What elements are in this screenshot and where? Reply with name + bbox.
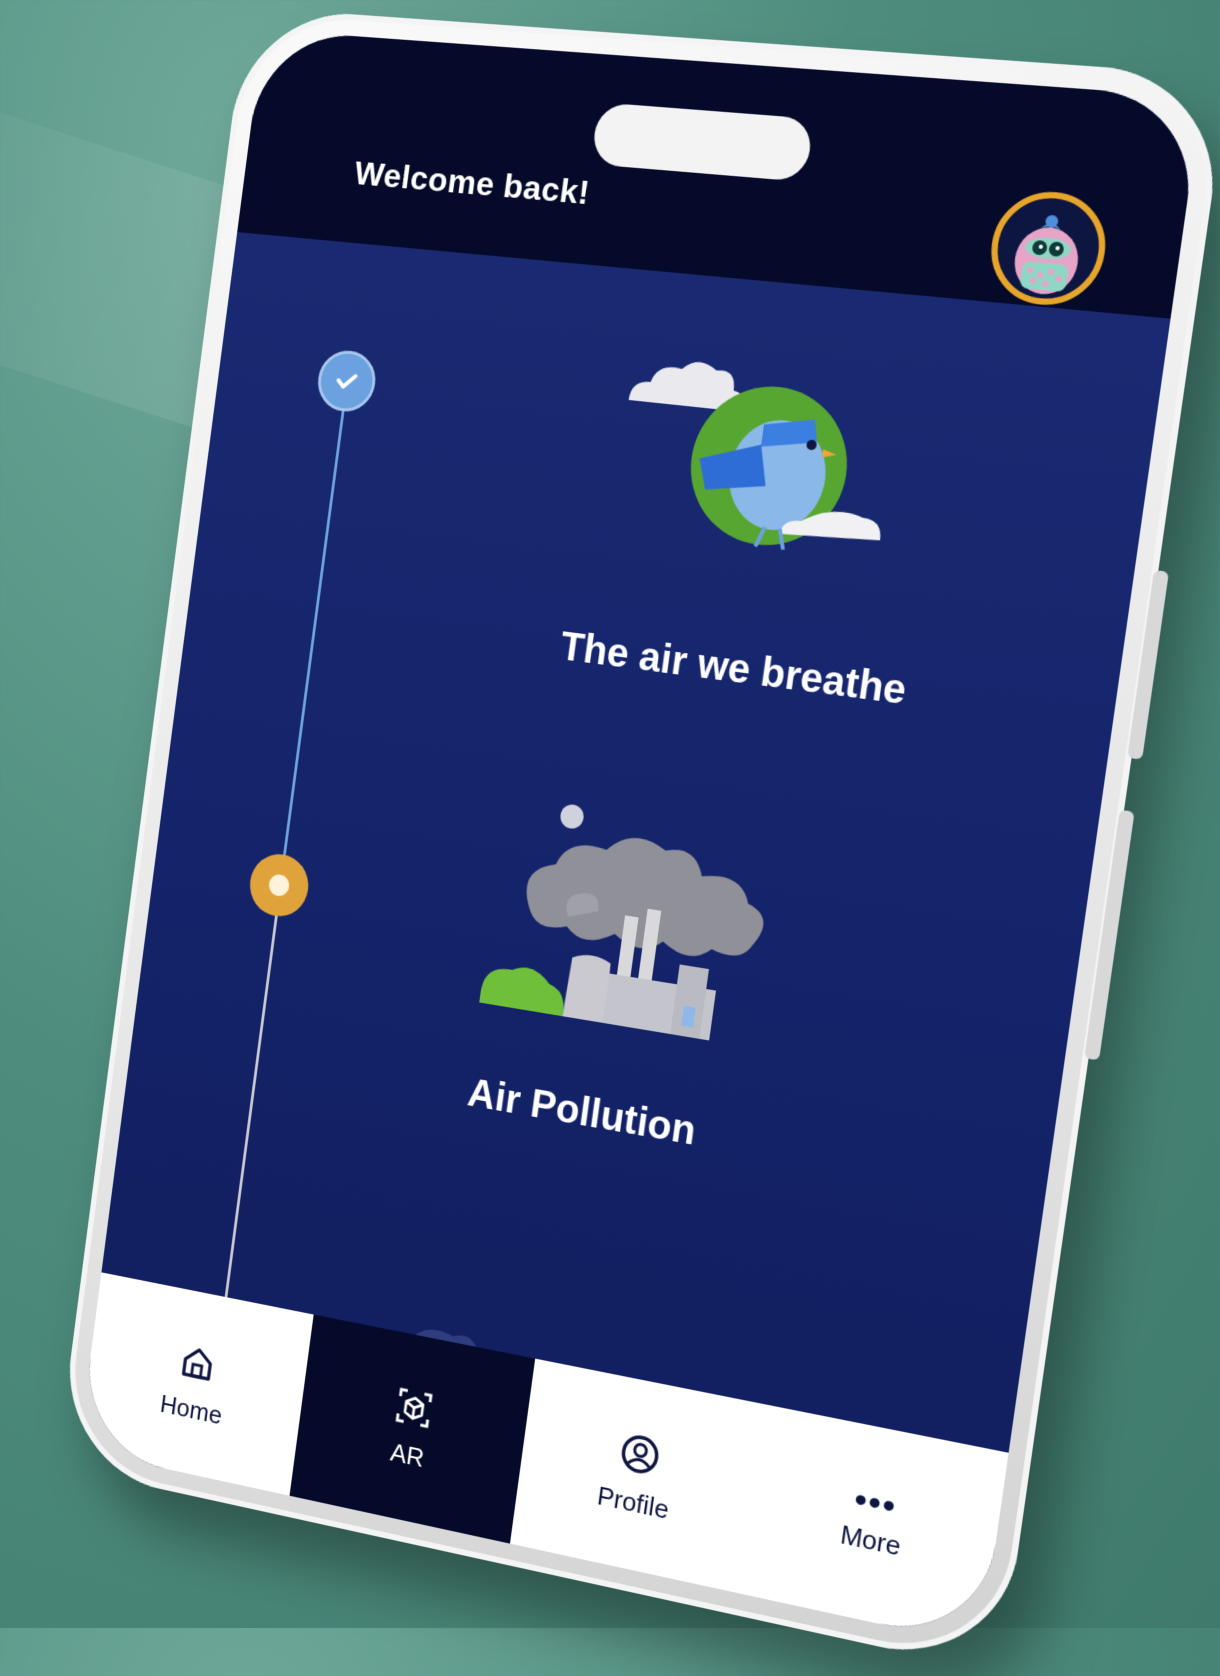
bird-illustration[interactable] <box>600 339 924 573</box>
owl-avatar-icon <box>1010 214 1083 297</box>
progress-line-upcoming <box>222 910 279 1311</box>
ar-cube-icon <box>391 1382 437 1433</box>
home-icon <box>175 1338 219 1388</box>
completed-check-node[interactable] <box>314 348 380 415</box>
welcome-heading: Welcome back! <box>352 154 592 213</box>
progress-line-completed <box>282 380 349 863</box>
lesson-title-1[interactable]: The air we breathe <box>478 614 996 726</box>
app-screen: Welcome back! The air we breathe Air Pol… <box>78 29 1203 1646</box>
factory-pollution-illustration[interactable] <box>437 782 819 1094</box>
phone-frame: Welcome back! The air we breathe Air Pol… <box>56 6 1220 1674</box>
phone-mockup: Welcome back! The air we breathe Air Pol… <box>56 6 1220 1674</box>
current-lesson-node[interactable] <box>246 850 313 921</box>
profile-icon <box>615 1428 663 1480</box>
nav-home-label: Home <box>158 1388 224 1430</box>
dynamic-island <box>590 102 815 182</box>
more-icon: ••• <box>852 1479 900 1526</box>
nav-ar-label: AR <box>388 1436 426 1473</box>
learning-path[interactable]: The air we breathe Air Pollution <box>101 232 1171 1516</box>
volume-button <box>1127 570 1169 760</box>
check-icon <box>331 365 362 397</box>
avatar[interactable] <box>984 187 1113 310</box>
nav-profile-label: Profile <box>595 1479 671 1525</box>
